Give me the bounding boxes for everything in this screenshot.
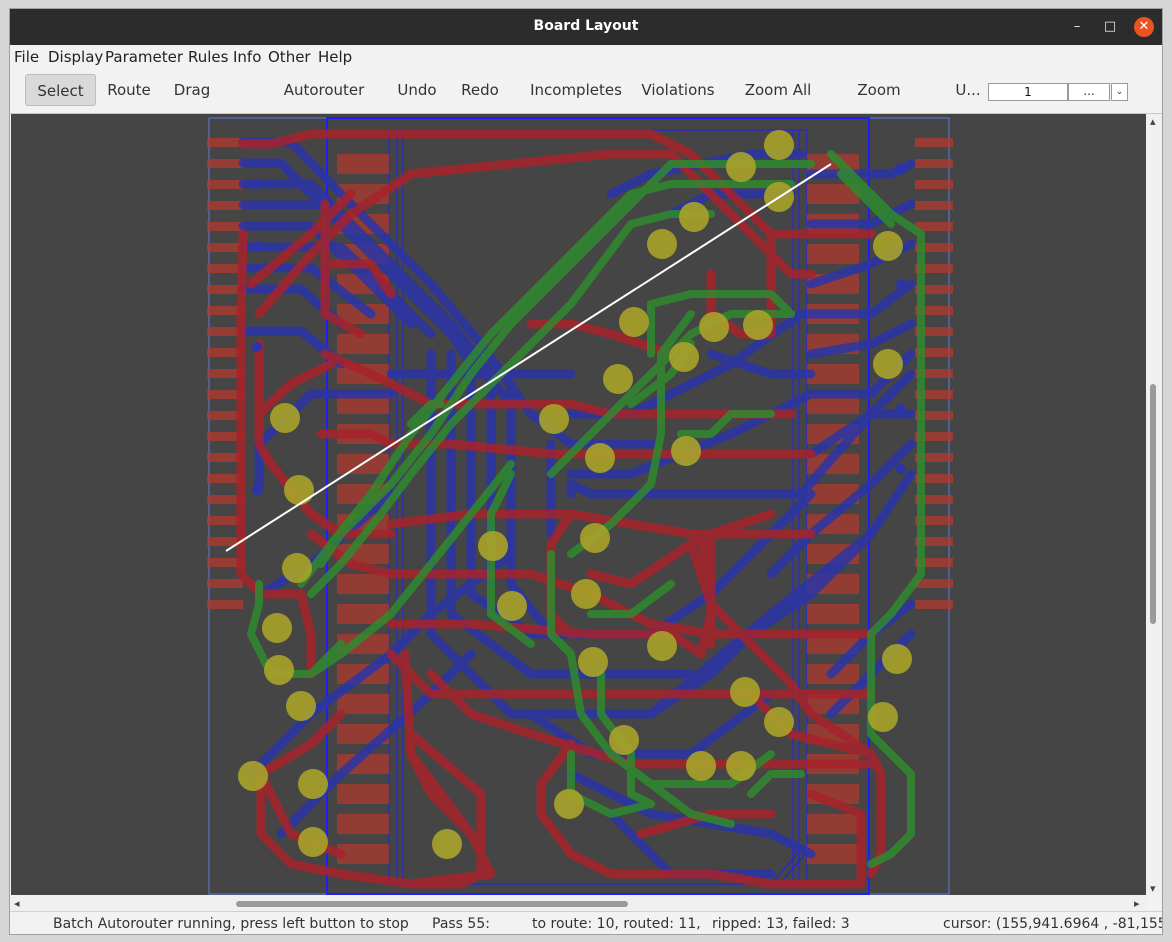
unit-value-input[interactable]: 1 (988, 83, 1068, 101)
autorouter-button[interactable]: Autorouter (280, 74, 368, 106)
scroll-right-icon[interactable]: ▸ (1134, 897, 1140, 910)
maximize-button[interactable]: □ (1100, 17, 1120, 37)
undo-button[interactable]: Undo (394, 74, 440, 106)
status-pass: Pass 55: (432, 916, 490, 932)
minimize-button[interactable]: – (1067, 17, 1087, 37)
status-to-route: to route: 10, routed: 11, (532, 916, 701, 932)
pcb-board-drawing (207, 117, 953, 895)
zoom-all-button[interactable]: Zoom All (744, 74, 812, 106)
scroll-down-icon[interactable]: ▾ (1150, 882, 1156, 895)
board-layout-window: Board Layout – □ ✕ File Display Paramete… (9, 8, 1163, 935)
violations-button[interactable]: Violations (640, 74, 716, 106)
status-ripped: ripped: 13, failed: 3 (712, 916, 850, 932)
unit-combo[interactable]: ... (1068, 83, 1110, 101)
toolbar: Select Route Drag Autorouter Undo Redo I… (10, 69, 1162, 131)
incompletes-button[interactable]: Incompletes (528, 74, 624, 106)
window-title: Board Layout (533, 18, 639, 34)
title-bar: Board Layout – □ ✕ (10, 9, 1162, 45)
drag-button[interactable]: Drag (170, 74, 214, 106)
menu-help[interactable]: Help (318, 48, 352, 66)
zoom-region-button[interactable]: Zoom Region (830, 74, 928, 131)
vertical-scroll-thumb[interactable] (1150, 384, 1156, 624)
chevron-down-icon[interactable]: ⌄ (1111, 83, 1128, 101)
status-bar: Batch Autorouter running, press left but… (10, 911, 1163, 934)
pads-right-inner (807, 154, 859, 864)
board-canvas[interactable] (11, 114, 1146, 895)
status-cursor: cursor: (155,941.6964 , -81,155... (943, 916, 1163, 932)
unit-label: U... (955, 81, 981, 99)
menu-parameter[interactable]: Parameter (105, 48, 183, 66)
menu-bar: File Display Parameter Rules Info Other … (10, 45, 1162, 69)
select-button[interactable]: Select (25, 74, 96, 106)
scroll-left-icon[interactable]: ◂ (14, 897, 20, 910)
menu-display[interactable]: Display (48, 48, 103, 66)
redo-button[interactable]: Redo (458, 74, 502, 106)
horizontal-scroll-thumb[interactable] (236, 901, 628, 907)
menu-info[interactable]: Info (233, 48, 261, 66)
route-button[interactable]: Route (104, 74, 154, 106)
status-message: Batch Autorouter running, press left but… (53, 916, 409, 932)
close-button[interactable]: ✕ (1134, 17, 1154, 37)
menu-other[interactable]: Other (268, 48, 311, 66)
menu-file[interactable]: File (14, 48, 39, 66)
scroll-up-icon[interactable]: ▴ (1150, 115, 1156, 128)
menu-rules[interactable]: Rules (188, 48, 228, 66)
